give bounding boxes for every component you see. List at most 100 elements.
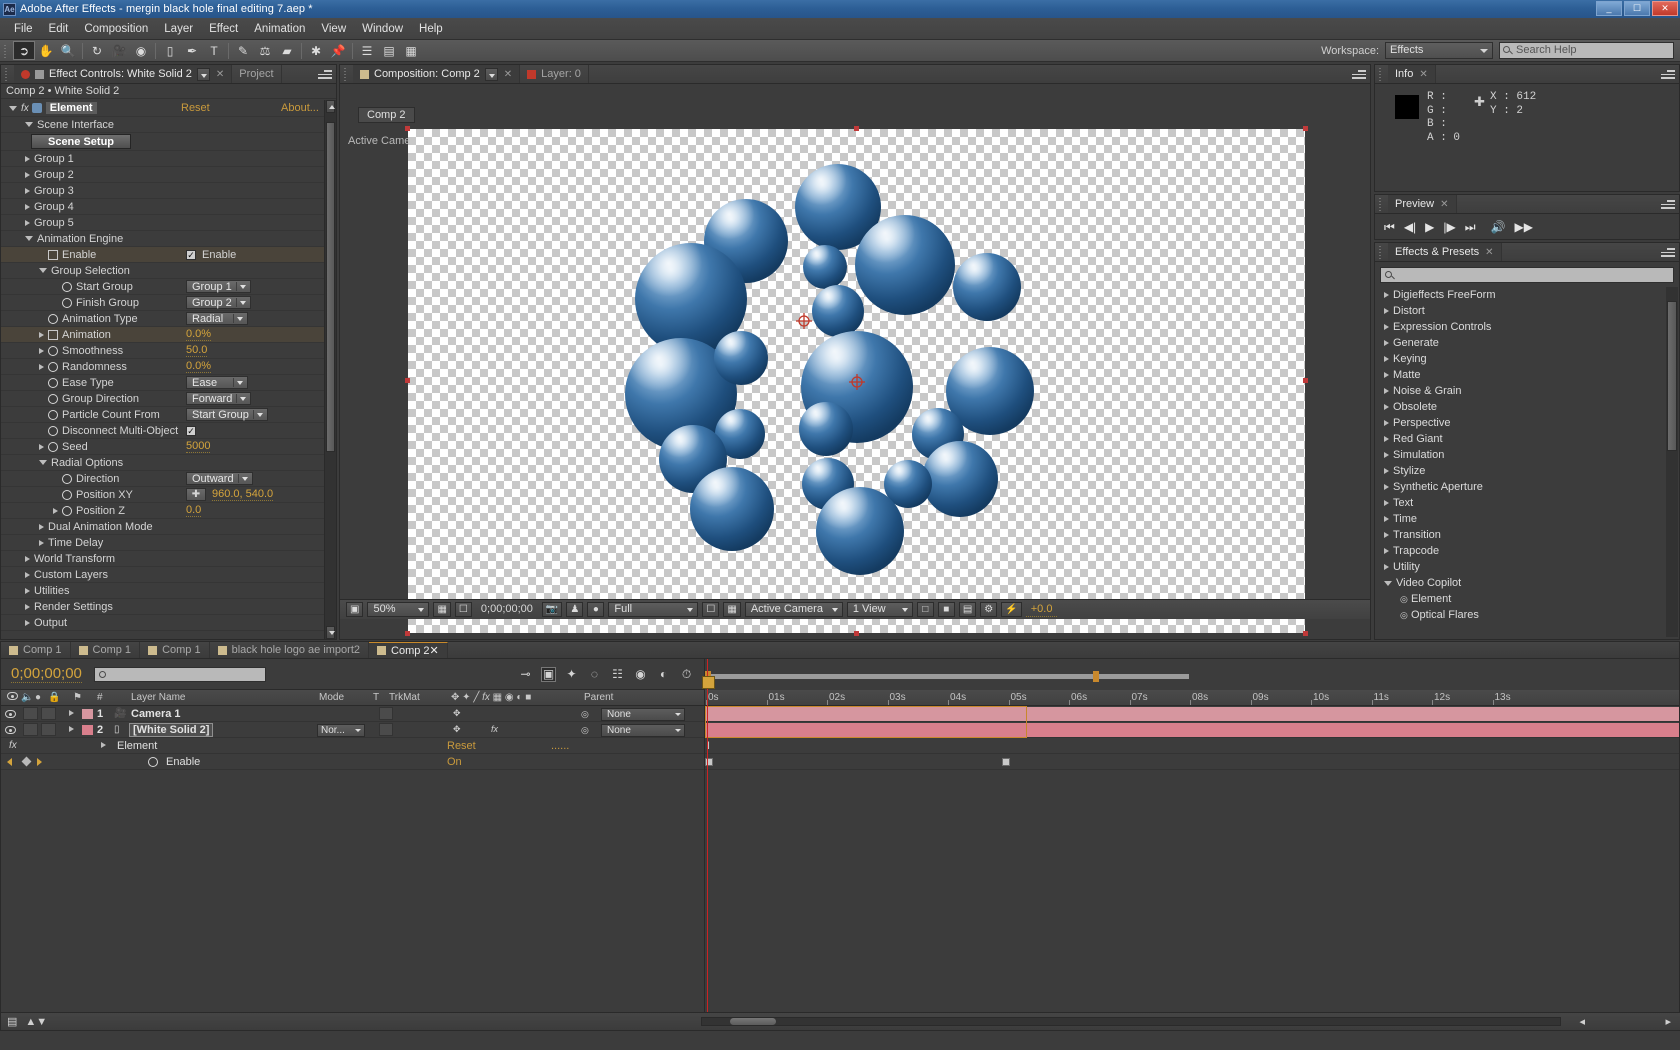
expand-icon[interactable]: [25, 603, 30, 610]
expand-icon[interactable]: [1384, 532, 1389, 538]
expand-icon[interactable]: [1384, 420, 1389, 426]
menu-window[interactable]: Window: [354, 20, 411, 38]
next-frame-icon[interactable]: |▶: [1443, 220, 1455, 234]
expand-icon[interactable]: [39, 539, 44, 546]
effect-item[interactable]: ◎ Element: [1380, 591, 1665, 607]
property-dropdown[interactable]: Group 1: [186, 280, 251, 293]
stopwatch-icon[interactable]: [48, 441, 58, 452]
effect-property-row[interactable]: Group 3: [1, 183, 324, 199]
close-icon[interactable]: ✕: [1440, 199, 1448, 210]
expand-icon[interactable]: [1384, 500, 1389, 506]
property-dropdown[interactable]: Forward: [186, 392, 252, 405]
effect-property-row[interactable]: Position XY ✚ 960.0, 540.0: [1, 487, 324, 503]
timeline-property-row[interactable]: Enable On: [1, 754, 704, 770]
effect-reset-link[interactable]: Reset: [447, 740, 476, 752]
property-dropdown[interactable]: Start Group: [186, 408, 268, 421]
eraser-tool-icon[interactable]: ▰: [276, 41, 298, 60]
layer-visibility-icon[interactable]: [5, 725, 16, 735]
track-row-effect[interactable]: I: [705, 738, 1679, 754]
timeline-horizontal-scrollbar[interactable]: [701, 1017, 1561, 1026]
close-icon[interactable]: ✕: [430, 644, 439, 657]
menu-edit[interactable]: Edit: [41, 20, 77, 38]
layer-trkmat-toggle[interactable]: [379, 707, 393, 720]
expand-icon[interactable]: [25, 171, 30, 178]
expand-icon[interactable]: [1384, 372, 1389, 378]
parent-pickwhip-icon[interactable]: ◎: [581, 709, 589, 720]
show-snapshot-icon[interactable]: ♟: [566, 602, 584, 617]
view-layout-dropdown[interactable]: 1 View: [846, 602, 913, 617]
close-button[interactable]: ✕: [1652, 1, 1678, 16]
menu-composition[interactable]: Composition: [76, 20, 156, 38]
effect-property-row[interactable]: Time Delay: [1, 535, 324, 551]
brush-tool-icon[interactable]: ✎: [232, 41, 254, 60]
playhead-handle[interactable]: [702, 676, 715, 689]
menu-effect[interactable]: Effect: [201, 20, 246, 38]
next-keyframe-icon[interactable]: [37, 758, 42, 766]
expand-icon[interactable]: [39, 347, 44, 354]
menu-help[interactable]: Help: [411, 20, 451, 38]
prev-frame-icon[interactable]: ◀|: [1404, 220, 1416, 234]
effect-property-row[interactable]: Animation Type Radial: [1, 311, 324, 327]
layer-name[interactable]: [White Solid 2]: [129, 723, 214, 737]
stopwatch-icon[interactable]: [48, 425, 58, 436]
selection-handle[interactable]: [1303, 631, 1308, 636]
region-interest-icon[interactable]: ☐: [702, 602, 720, 617]
effect-category[interactable]: Stylize: [1380, 463, 1665, 479]
scroll-thumb[interactable]: [1667, 301, 1677, 451]
expand-icon[interactable]: [1384, 308, 1389, 314]
effect-property-row[interactable]: Randomness 0.0%: [1, 359, 324, 375]
effect-category[interactable]: Video Copilot: [1380, 575, 1665, 591]
last-frame-icon[interactable]: ⏭: [1465, 220, 1476, 235]
selection-handle[interactable]: [854, 631, 859, 636]
effect-category[interactable]: Expression Controls: [1380, 319, 1665, 335]
layer-trkmat-toggle[interactable]: [379, 723, 393, 736]
effect-pickwhip[interactable]: ......: [551, 740, 569, 752]
exposure-value[interactable]: +0.0: [1025, 602, 1058, 617]
expand-icon[interactable]: [25, 122, 33, 127]
camera-tool-icon[interactable]: 🎥: [108, 41, 130, 60]
panel-menu-icon[interactable]: [1352, 68, 1366, 80]
zoom-out-icon[interactable]: ◂: [1579, 1015, 1585, 1028]
grid-icon[interactable]: ▦: [400, 41, 422, 60]
menu-file[interactable]: File: [6, 20, 41, 38]
exposure-icon[interactable]: ⚡: [1001, 602, 1022, 617]
property-value[interactable]: 0.0%: [186, 360, 212, 373]
stopwatch-icon[interactable]: [48, 249, 58, 260]
composition-menu-icon[interactable]: [484, 67, 498, 81]
stopwatch-icon[interactable]: [62, 473, 72, 484]
layer-fx-switch[interactable]: fx: [491, 724, 498, 734]
selection-handle[interactable]: [405, 631, 410, 636]
expand-icon[interactable]: [25, 555, 30, 562]
panel-grip[interactable]: [343, 66, 350, 82]
stopwatch-icon[interactable]: [48, 361, 58, 372]
position-picker-icon[interactable]: ✚: [186, 488, 206, 501]
panel-menu-icon[interactable]: [318, 68, 332, 80]
expand-icon[interactable]: [1384, 340, 1389, 346]
time-ruler[interactable]: 0s 01s 02s 03s 04s 05s 06s 07s 08s 09s 10s 11s 12s 13…: [705, 690, 1679, 706]
resolution-dropdown[interactable]: Full: [608, 602, 699, 617]
effect-property-row[interactable]: Smoothness 50.0: [1, 343, 324, 359]
brainstorm-icon[interactable]: ◉: [633, 667, 648, 682]
effect-property-row[interactable]: World Transform: [1, 551, 324, 567]
comp-flowchart-icon[interactable]: ⚙: [980, 602, 998, 617]
scroll-thumb[interactable]: [326, 122, 335, 452]
comp-current-time[interactable]: 0;00;00;00: [476, 602, 538, 617]
effect-property-row[interactable]: Animation Engine: [1, 231, 324, 247]
effect-property-row[interactable]: Position Z 0.0: [1, 503, 324, 519]
effect-property-row[interactable]: Start Group Group 1: [1, 279, 324, 295]
timeline-search-input[interactable]: [93, 666, 266, 682]
expand-icon[interactable]: [1384, 388, 1389, 394]
effect-property-row[interactable]: Group Direction Forward: [1, 391, 324, 407]
effect-category[interactable]: Obsolete: [1380, 399, 1665, 415]
layer-expand-icon[interactable]: [69, 710, 74, 716]
timeline-layer-row[interactable]: 2 ▯ [White Solid 2] Nor... ✥ fx ◎ None: [1, 722, 704, 738]
ram-preview-icon[interactable]: ▶▶: [1515, 220, 1533, 234]
rotation-tool-icon[interactable]: ↻: [86, 41, 108, 60]
layer-name[interactable]: Camera 1: [131, 708, 181, 720]
timeline-effect-row[interactable]: fx Element Reset......: [1, 738, 704, 754]
parent-pickwhip-icon[interactable]: ◎: [581, 725, 589, 736]
effect-property-row[interactable]: Enable ✓ Enable: [1, 247, 324, 263]
effect-property-row[interactable]: Dual Animation Mode: [1, 519, 324, 535]
expand-icon[interactable]: [39, 268, 47, 273]
effect-item[interactable]: ◎ Optical Flares: [1380, 607, 1665, 623]
